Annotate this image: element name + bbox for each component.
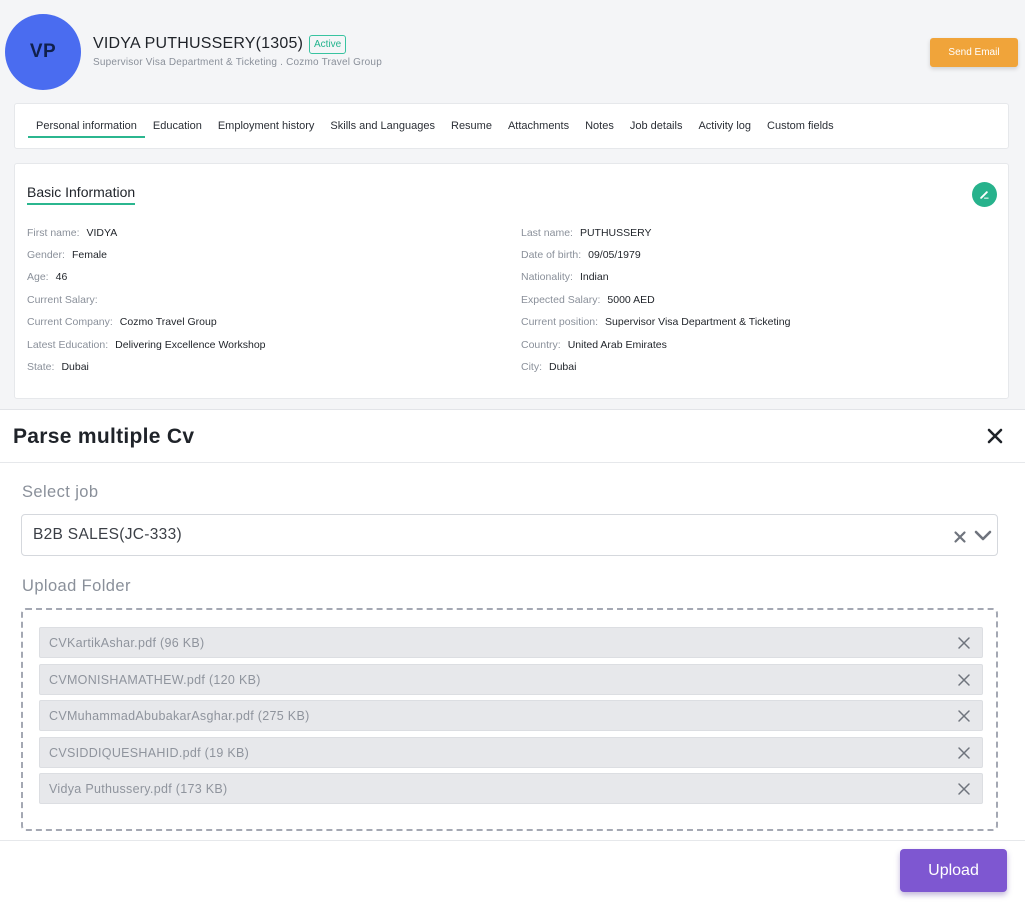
candidate-subtitle: Supervisor Visa Department & Ticketing .… [93,57,382,68]
field-first-name: First name: VIDYA [27,227,117,239]
field-value: 5000 AED [607,294,655,306]
field-label: Current Company: [27,316,113,328]
field-value: United Arab Emirates [567,339,667,351]
field-label: State: [27,361,55,373]
close-modal-button[interactable] [985,426,1005,446]
basic-information-card: Basic Information First name: VIDYA Gende… [14,163,1009,399]
tab-employment-history[interactable]: Employment history [210,103,323,149]
file-name: Vidya Puthussery.pdf (173 KB) [49,782,228,796]
tab-skills-and-languages[interactable]: Skills and Languages [322,103,443,149]
field-label: Latest Education: [27,339,109,351]
tab-attachments[interactable]: Attachments [500,103,577,149]
chevron-down-icon[interactable] [973,528,993,544]
field-latest-education: Latest Education: Delivering Excellence W… [27,339,266,351]
parse-cv-modal: Parse multiple Cv Select job B2B SALES(J… [0,409,1025,922]
field-label: First name: [27,227,80,239]
upload-folder-label: Upload Folder [22,577,131,595]
field-current-salary: Current Salary: [27,294,105,306]
file-item: CVMONISHAMATHEW.pdf (120 KB) [39,664,983,695]
remove-file-icon[interactable] [957,636,971,650]
file-name: CVSIDDIQUESHAHID.pdf (19 KB) [49,746,250,760]
tab-job-details[interactable]: Job details [622,103,691,149]
tab-resume[interactable]: Resume [443,103,500,149]
close-icon [987,428,1003,444]
field-expected-salary: Expected Salary: 5000 AED [521,294,655,306]
field-nationality: Nationality: Indian [521,271,609,283]
field-label: Last name: [521,227,573,239]
field-value: VIDYA [86,227,118,239]
field-value: Delivering Excellence Workshop [115,339,266,351]
candidate-name: VIDYA PUTHUSSERY(1305) [93,35,304,52]
pencil-icon [980,191,989,199]
remove-file-icon[interactable] [957,782,971,796]
field-value: Female [71,249,107,261]
field-last-name: Last name: PUTHUSSERY [521,227,652,239]
file-name: CVMuhammadAbubakarAsghar.pdf (275 KB) [49,709,310,723]
remove-file-icon[interactable] [957,746,971,760]
field-date-of-birth: Date of birth: 09/05/1979 [521,249,641,261]
tab-notes[interactable]: Notes [577,103,622,149]
remove-file-icon[interactable] [957,673,971,687]
field-current-company: Current Company: Cozmo Travel Group [27,316,217,328]
modal-header-divider [0,462,1025,463]
tab-education[interactable]: Education [145,103,210,149]
file-name: CVMONISHAMATHEW.pdf (120 KB) [49,673,261,687]
tab-activity-log[interactable]: Activity log [690,103,759,149]
edit-button[interactable] [972,182,997,207]
select-job-label: Select job [22,483,99,501]
field-label: Date of birth: [521,249,582,261]
profile-header: VP VIDYA PUTHUSSERY(1305) Active Supervi… [0,0,1025,96]
field-label: Current Salary: [27,294,98,306]
field-label: Current position: [521,316,599,328]
section-title: Basic Information [27,184,136,205]
clear-selection-icon[interactable] [952,529,968,545]
file-name: CVKartikAshar.pdf (96 KB) [49,636,205,650]
field-label: Expected Salary: [521,294,601,306]
field-value: Supervisor Visa Department & Ticketing [605,316,791,328]
remove-file-icon[interactable] [957,709,971,723]
field-value: Dubai [549,361,577,373]
send-email-button[interactable]: Send Email [930,38,1018,67]
field-age: Age: 46 [27,271,67,283]
field-label: City: [521,361,542,373]
avatar: VP [5,14,81,90]
field-label: Country: [521,339,561,351]
modal-title: Parse multiple Cv [13,425,195,448]
field-value: Dubai [61,361,89,373]
modal-footer-divider [0,840,1025,841]
job-select[interactable]: B2B SALES(JC-333) [21,514,998,556]
selected-job-value: B2B SALES(JC-333) [33,526,182,543]
field-value: 09/05/1979 [588,249,641,261]
field-label: Gender: [27,249,65,261]
field-label: Age: [27,271,49,283]
tab-custom-fields[interactable]: Custom fields [759,103,842,149]
field-city: City: Dubai [521,361,576,373]
status-badge: Active [309,35,347,54]
profile-tabs: Personal information Education Employmen… [14,103,1009,149]
upload-button[interactable]: Upload [900,849,1007,892]
field-country: Country: United Arab Emirates [521,339,667,351]
field-value: Indian [579,271,609,283]
field-label: Nationality: [521,271,573,283]
tab-personal-information[interactable]: Personal information [28,103,145,149]
file-item: Vidya Puthussery.pdf (173 KB) [39,773,983,804]
field-value: Cozmo Travel Group [119,316,217,328]
field-current-position: Current position: Supervisor Visa Departm… [521,316,790,328]
field-value: 46 [55,271,68,283]
field-gender: Gender: Female [27,249,107,261]
field-state: State: Dubai [27,361,89,373]
file-item: CVKartikAshar.pdf (96 KB) [39,627,983,658]
file-item: CVSIDDIQUESHAHID.pdf (19 KB) [39,737,983,768]
field-value: PUTHUSSERY [579,227,652,239]
upload-drop-zone[interactable]: CVKartikAshar.pdf (96 KB) CVMONISHAMATHE… [21,608,998,831]
file-item: CVMuhammadAbubakarAsghar.pdf (275 KB) [39,700,983,731]
